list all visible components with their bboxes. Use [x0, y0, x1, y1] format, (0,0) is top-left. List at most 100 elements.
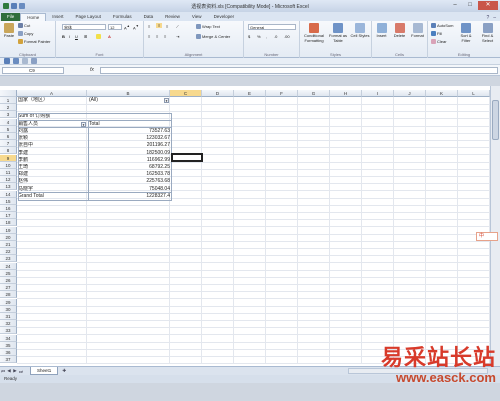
- last-sheet-icon[interactable]: ⏭: [18, 369, 24, 374]
- insert-cells-button[interactable]: Insert: [373, 23, 390, 39]
- minimize-button[interactable]: –: [448, 1, 462, 10]
- row-header-34[interactable]: 34: [0, 334, 17, 342]
- row-header-6[interactable]: 6: [0, 133, 17, 140]
- format-as-table-button[interactable]: Format as Table: [327, 23, 349, 43]
- row-header-26[interactable]: 26: [0, 277, 17, 284]
- save-icon[interactable]: [4, 58, 10, 64]
- tab-insert[interactable]: Insert: [46, 13, 69, 21]
- vertical-scrollbar[interactable]: [490, 86, 500, 366]
- pivot-filter-value[interactable]: (All): [89, 97, 169, 104]
- autosum-button[interactable]: AutoSum: [431, 23, 453, 29]
- row-header-20[interactable]: 20: [0, 233, 17, 241]
- borders-button[interactable]: ⊞: [84, 34, 87, 39]
- column-header-c[interactable]: C: [170, 90, 202, 97]
- underline-button[interactable]: U: [75, 34, 78, 39]
- align-center-button[interactable]: ≡: [156, 34, 158, 39]
- row-header-35[interactable]: 35: [0, 341, 17, 349]
- active-cell-c9[interactable]: [171, 153, 203, 162]
- row-header-4[interactable]: 4: [0, 118, 17, 126]
- column-header-k[interactable]: K: [426, 90, 458, 97]
- column-header-e[interactable]: E: [234, 90, 266, 97]
- conditional-formatting-button[interactable]: Conditional Formatting: [302, 23, 326, 43]
- find-select-button[interactable]: Find & Select: [477, 23, 498, 43]
- decrease-decimal-button[interactable]: .00: [284, 34, 290, 39]
- format-cells-button[interactable]: Format: [409, 23, 426, 39]
- column-header-l[interactable]: L: [458, 90, 490, 97]
- row-header-23[interactable]: 23: [0, 255, 17, 263]
- align-left-button[interactable]: ≡: [148, 34, 150, 39]
- row-header-33[interactable]: 33: [0, 327, 17, 335]
- font-size-select[interactable]: 12: [108, 24, 122, 30]
- row-header-9[interactable]: 9: [0, 154, 17, 162]
- tab-view[interactable]: View: [186, 13, 208, 21]
- row-header-19[interactable]: 19: [0, 226, 17, 234]
- grow-font-button[interactable]: A▲: [124, 24, 130, 30]
- tab-developer[interactable]: Developer: [208, 13, 241, 21]
- row-header-22[interactable]: 22: [0, 248, 17, 256]
- customize-toolbar-icon[interactable]: [31, 58, 37, 64]
- align-bottom-button[interactable]: ≡: [166, 24, 168, 29]
- increase-decimal-button[interactable]: .0: [274, 34, 277, 39]
- undo-icon[interactable]: [13, 58, 19, 64]
- select-all-corner[interactable]: [0, 90, 17, 97]
- tab-formulas[interactable]: Formulas: [107, 13, 138, 21]
- new-sheet-icon[interactable]: ✚: [61, 368, 67, 374]
- format-painter-button[interactable]: Format Painter: [18, 39, 50, 45]
- currency-button[interactable]: $: [248, 34, 250, 39]
- row-header-29[interactable]: 29: [0, 298, 17, 306]
- font-name-select[interactable]: 宋体: [62, 24, 106, 30]
- row-header-36[interactable]: 36: [0, 349, 17, 356]
- row-header-32[interactable]: 32: [0, 320, 17, 328]
- column-header-i[interactable]: I: [362, 90, 394, 97]
- insert-function-button[interactable]: fx: [90, 67, 94, 73]
- sort-filter-button[interactable]: Sort & Filter: [456, 23, 476, 43]
- tab-review[interactable]: Review: [159, 13, 186, 21]
- tab-page-layout[interactable]: Page Layout: [70, 13, 107, 21]
- formula-input[interactable]: [100, 67, 498, 74]
- wrap-text-button[interactable]: Wrap Text: [196, 24, 220, 30]
- column-header-d[interactable]: D: [202, 90, 234, 97]
- column-header-a[interactable]: A: [17, 90, 87, 97]
- paste-button[interactable]: Paste: [2, 23, 16, 39]
- cell-styles-button[interactable]: Cell Styles: [350, 23, 370, 39]
- cut-button[interactable]: Cut: [18, 23, 30, 29]
- align-middle-button[interactable]: ≡: [156, 23, 163, 28]
- comma-button[interactable]: ,: [266, 34, 267, 39]
- redo-icon[interactable]: [22, 58, 28, 64]
- column-header-j[interactable]: J: [394, 90, 426, 97]
- row-header-27[interactable]: 27: [0, 284, 17, 292]
- fill-button[interactable]: Fill: [431, 31, 442, 37]
- row-header-12[interactable]: 12: [0, 176, 17, 184]
- maximize-button[interactable]: □: [463, 1, 477, 10]
- column-header-f[interactable]: F: [266, 90, 298, 97]
- align-right-button[interactable]: ≡: [164, 34, 166, 39]
- row-header-14[interactable]: 14: [0, 190, 17, 198]
- row-header-30[interactable]: 30: [0, 305, 17, 313]
- tab-file[interactable]: File: [1, 13, 21, 21]
- fill-color-button[interactable]: [96, 34, 102, 40]
- delete-cells-button[interactable]: Delete: [391, 23, 408, 39]
- tab-data[interactable]: Data: [138, 13, 160, 21]
- horizontal-scrollbar[interactable]: [348, 368, 488, 374]
- font-color-button[interactable]: A: [108, 34, 111, 39]
- ime-indicator[interactable]: 中: [476, 232, 498, 241]
- row-header-24[interactable]: 24: [0, 262, 17, 270]
- orientation-button[interactable]: ⟋: [176, 24, 179, 29]
- row-header-16[interactable]: 16: [0, 205, 17, 212]
- shrink-font-button[interactable]: A▼: [133, 24, 139, 30]
- row-header-3[interactable]: 3: [0, 111, 17, 119]
- scroll-thumb[interactable]: [492, 100, 499, 140]
- row-header-37[interactable]: 37: [0, 356, 17, 364]
- row-header-25[interactable]: 25: [0, 269, 17, 277]
- row-header-13[interactable]: 13: [0, 183, 17, 191]
- clear-button[interactable]: Clear: [431, 39, 447, 45]
- row-header-31[interactable]: 31: [0, 313, 17, 320]
- tab-home[interactable]: Home: [20, 13, 47, 21]
- row-header-8[interactable]: 8: [0, 147, 17, 155]
- sheet-tab-sheet1[interactable]: Sheet1: [30, 367, 59, 375]
- filter-dropdown-icon[interactable]: ▼: [164, 98, 169, 103]
- percent-button[interactable]: %: [257, 34, 261, 39]
- copy-button[interactable]: Copy: [18, 31, 33, 37]
- row-header-2[interactable]: 2: [0, 104, 17, 112]
- row-header-10[interactable]: 10: [0, 161, 17, 169]
